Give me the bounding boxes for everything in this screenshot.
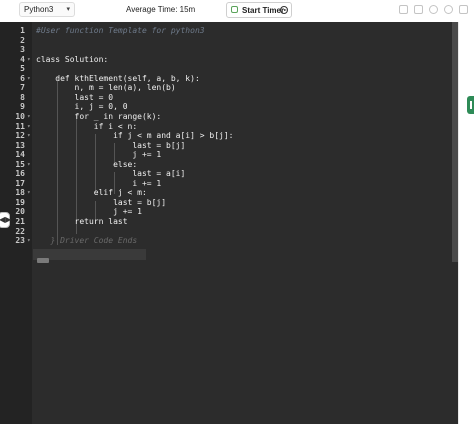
code-line[interactable]: 8 last = 0	[0, 93, 458, 103]
chevron-down-icon: ▾	[66, 6, 70, 13]
line-number: 1	[20, 26, 25, 35]
code-line[interactable]: 7 n, m = len(a), len(b)	[0, 83, 458, 93]
fold-toggle-icon[interactable]: ▾	[27, 236, 31, 246]
language-select[interactable]: Python3 ▾	[19, 2, 75, 17]
code-line-text: i += 1	[36, 178, 162, 188]
copy-icon[interactable]	[414, 5, 423, 14]
code-line[interactable]: 13 last = b[j]	[0, 141, 458, 151]
line-number: 2	[20, 35, 25, 45]
settings-icon[interactable]	[429, 5, 438, 14]
side-panel-tab[interactable]	[467, 96, 474, 114]
start-timer-label: Start Timer	[242, 6, 285, 15]
code-line[interactable]: 10 ▾ for _ in range(k):	[0, 112, 458, 122]
code-line[interactable]: 9 i, j = 0, 0	[0, 102, 458, 112]
folded-region-marker[interactable]	[37, 258, 49, 263]
copy-icon[interactable]	[399, 5, 408, 14]
code-line-text: elif j < m:	[36, 188, 147, 198]
timer-icon	[231, 6, 238, 13]
code-line-text: return last	[36, 217, 128, 226]
line-number: 17	[15, 178, 25, 188]
code-line[interactable]: 15 ▾ else:	[0, 160, 458, 170]
code-line-text: for _ in range(k):	[36, 111, 162, 121]
code-line[interactable]: 14 j += 1	[0, 150, 458, 160]
code-line[interactable]: 23 ▾ } Driver Code Ends	[0, 236, 458, 246]
line-number: 16	[15, 169, 25, 179]
language-select-label: Python3	[24, 5, 54, 14]
code-line[interactable]: 4 ▾ class Solution:	[0, 55, 458, 65]
line-number: 4	[20, 54, 25, 64]
code-line-text: last = b[j]	[36, 140, 186, 150]
code-line-text: } Driver Code Ends	[36, 236, 138, 246]
code-line-text: #User function Template for python3	[36, 26, 205, 35]
fold-toggle-icon[interactable]: ▾	[27, 112, 31, 122]
play-icon	[280, 6, 288, 14]
line-number: 10	[15, 111, 25, 121]
code-line-text: def kthElement(self, a, b, k):	[36, 73, 200, 83]
code-line-text: last = a[i]	[36, 169, 186, 179]
code-line[interactable]: 3	[0, 45, 458, 55]
code-line-text: last = 0	[36, 92, 114, 102]
code-line-text: last = b[j]	[36, 197, 167, 207]
code-line[interactable]: 6 ▾ def kthElement(self, a, b, k):	[0, 74, 458, 84]
code-editor[interactable]: 1 #User function Template for python3 2 3 4 ▾…	[0, 22, 458, 424]
fold-toggle-icon[interactable]: ▾	[27, 55, 31, 65]
toolbar-icon-group	[399, 5, 468, 14]
line-number: 7	[20, 83, 25, 93]
code-line-text: n, m = len(a), len(b)	[36, 83, 176, 93]
start-timer-button[interactable]: Start Timer	[226, 2, 292, 18]
code-line[interactable]: 12 ▾ if j < m and a[i] > b[j]:	[0, 131, 458, 141]
code-line[interactable]: 21 return last	[0, 217, 458, 227]
code-line-text: j += 1	[36, 207, 142, 217]
average-time-label: Average Time: 15m	[126, 5, 196, 14]
line-number: 8	[20, 92, 25, 102]
line-number: 14	[15, 150, 25, 160]
line-number: 6	[20, 73, 25, 83]
code-line[interactable]: 11 ▾ if i < n:	[0, 122, 458, 132]
line-number: 9	[20, 102, 25, 112]
active-line-highlight	[33, 249, 146, 260]
code-line[interactable]: 2	[0, 36, 458, 46]
line-number: 15	[15, 159, 25, 169]
panel-resize-handle[interactable]: ◀▶	[0, 212, 11, 228]
expand-icon[interactable]	[459, 5, 468, 14]
line-number: 23	[15, 236, 25, 246]
code-line[interactable]: 1 #User function Template for python3	[0, 26, 458, 36]
fold-toggle-icon[interactable]: ▾	[27, 188, 31, 198]
code-line-text: j += 1	[36, 150, 162, 160]
code-line-text: else:	[36, 159, 138, 169]
line-number: 11	[15, 121, 25, 131]
code-line-text: if i < n:	[36, 121, 138, 131]
fold-toggle-icon[interactable]: ▾	[27, 131, 31, 141]
code-line[interactable]: 22	[0, 227, 458, 237]
line-number: 5	[20, 64, 25, 74]
line-number: 18	[15, 188, 25, 198]
fold-toggle-icon[interactable]: ▾	[27, 122, 31, 132]
code-line-text: class Solution:	[36, 54, 109, 64]
code-line[interactable]: 5	[0, 64, 458, 74]
editor-toolbar: Python3 ▾ Average Time: 15m Start Timer	[0, 0, 474, 23]
code-line-text: i, j = 0, 0	[36, 102, 128, 112]
code-line[interactable]: 16 last = a[i]	[0, 169, 458, 179]
code-line[interactable]: 20 j += 1	[0, 207, 458, 217]
line-number: 22	[15, 226, 25, 236]
line-number: 3	[20, 45, 25, 55]
fold-toggle-icon[interactable]: ▾	[27, 74, 31, 84]
code-line[interactable]: 19 last = b[j]	[0, 198, 458, 208]
line-number: 19	[15, 197, 25, 207]
line-number: 12	[15, 131, 25, 141]
code-line[interactable]: 17 i += 1	[0, 179, 458, 189]
code-line-text: if j < m and a[i] > b[j]:	[36, 131, 234, 141]
code-line[interactable]: 18 ▾ elif j < m:	[0, 188, 458, 198]
right-side-panel	[458, 22, 474, 424]
line-number: 13	[15, 140, 25, 150]
fold-toggle-icon[interactable]: ▾	[27, 160, 31, 170]
refresh-icon[interactable]	[444, 5, 453, 14]
